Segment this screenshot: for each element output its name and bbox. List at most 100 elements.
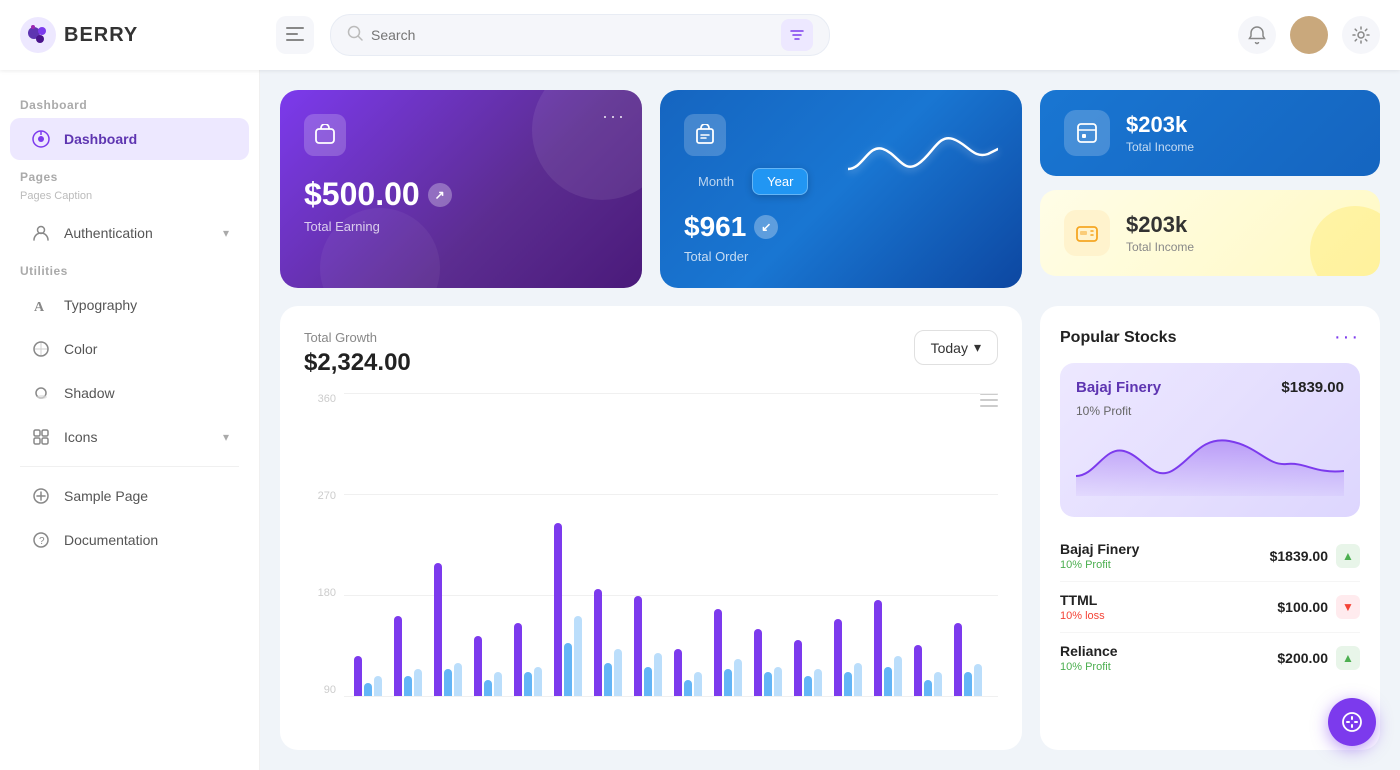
stock-price: $200.00 bbox=[1277, 650, 1328, 666]
stock-row[interactable]: Bajaj Finery 10% Profit $1839.00 ▲ bbox=[1060, 531, 1360, 582]
sidebar-item-documentation[interactable]: ? Documentation bbox=[10, 519, 249, 561]
grid-line-bottom bbox=[344, 696, 998, 697]
stock-price: $1839.00 bbox=[1270, 548, 1328, 564]
bar-group bbox=[714, 609, 748, 696]
bar-blue bbox=[444, 669, 452, 696]
sidebar-item-typography[interactable]: A Typography bbox=[10, 284, 249, 326]
stocks-title: Popular Stocks bbox=[1060, 329, 1176, 347]
earning-trend-badge: ↗ bbox=[428, 183, 452, 207]
growth-amount: $2,324.00 bbox=[304, 349, 411, 377]
bar-lightblue bbox=[814, 669, 822, 696]
featured-stock-header: Bajaj Finery $1839.00 bbox=[1076, 379, 1344, 396]
bar-purple bbox=[714, 609, 722, 696]
stat-blue-icon bbox=[1064, 110, 1110, 156]
order-card: Month Year $961 ↙ Total Order bbox=[660, 90, 1022, 288]
stock-change: 10% Profit bbox=[1060, 661, 1118, 673]
authentication-chevron: ▾ bbox=[223, 226, 229, 240]
menu-button[interactable] bbox=[276, 16, 314, 54]
sidebar-item-dashboard[interactable]: Dashboard bbox=[10, 118, 249, 160]
featured-stock-name: Bajaj Finery bbox=[1076, 379, 1161, 396]
featured-stock-price: $1839.00 bbox=[1281, 379, 1344, 396]
featured-stock-chart bbox=[1076, 426, 1344, 496]
bar-purple bbox=[634, 596, 642, 696]
bar-group bbox=[594, 589, 628, 696]
sample-page-label: Sample Page bbox=[64, 488, 148, 504]
filter-button[interactable] bbox=[781, 19, 813, 51]
settings-button[interactable] bbox=[1342, 16, 1380, 54]
bar-purple bbox=[594, 589, 602, 696]
bar-blue bbox=[564, 643, 572, 696]
bar-purple bbox=[354, 656, 362, 696]
sidebar-item-shadow[interactable]: Shadow bbox=[10, 372, 249, 414]
stock-name: Reliance bbox=[1060, 643, 1118, 659]
dashboard-label: Dashboard bbox=[64, 131, 137, 147]
bar-purple bbox=[394, 616, 402, 696]
y-label-180: 180 bbox=[318, 587, 336, 599]
bar-group bbox=[514, 623, 548, 696]
order-amount: $961 ↙ bbox=[684, 211, 841, 243]
order-trend-badge: ↙ bbox=[754, 215, 778, 239]
bar-blue bbox=[844, 672, 852, 696]
stock-row[interactable]: TTML 10% loss $100.00 ▼ bbox=[1060, 582, 1360, 633]
sidebar: Dashboard Dashboard Pages Pages Caption … bbox=[0, 70, 260, 770]
stock-list: Bajaj Finery 10% Profit $1839.00 ▲ TTML … bbox=[1060, 531, 1360, 683]
sidebar-item-sample[interactable]: Sample Page bbox=[10, 475, 249, 517]
search-input[interactable] bbox=[371, 27, 773, 43]
documentation-icon: ? bbox=[30, 529, 52, 551]
bottom-row: Total Growth $2,324.00 Today ▾ 360 bbox=[280, 306, 1380, 750]
pages-section-title: Pages bbox=[0, 162, 259, 188]
growth-text: Total Growth $2,324.00 bbox=[304, 330, 411, 377]
y-label-270: 270 bbox=[318, 490, 336, 502]
bar-lightblue bbox=[734, 659, 742, 696]
stock-trend-badge: ▲ bbox=[1336, 646, 1360, 670]
stock-row[interactable]: Reliance 10% Profit $200.00 ▲ bbox=[1060, 633, 1360, 683]
stock-right: $1839.00 ▲ bbox=[1270, 544, 1360, 568]
stock-name: Bajaj Finery bbox=[1060, 541, 1139, 557]
stat-yellow-amount: $203k bbox=[1126, 212, 1194, 238]
utilities-section-title: Utilities bbox=[0, 256, 259, 282]
chart-area: 360 270 180 90 bbox=[304, 393, 998, 726]
order-card-left: Month Year $961 ↙ Total Order bbox=[684, 114, 841, 264]
fab-button[interactable] bbox=[1328, 698, 1376, 746]
bar-lightblue bbox=[534, 667, 542, 696]
sidebar-item-authentication[interactable]: Authentication ▾ bbox=[10, 212, 249, 254]
bar-blue bbox=[724, 669, 732, 696]
bar-lightblue bbox=[694, 672, 702, 696]
icons-icon bbox=[30, 426, 52, 448]
toggle-month-button[interactable]: Month bbox=[684, 168, 748, 195]
bar-blue bbox=[924, 680, 932, 696]
bar-group bbox=[874, 600, 908, 696]
sidebar-item-icons[interactable]: Icons ▾ bbox=[10, 416, 249, 458]
stat-card-yellow: $203k Total Income bbox=[1040, 190, 1380, 276]
pages-caption: Pages Caption bbox=[0, 188, 259, 210]
growth-title: Total Growth bbox=[304, 330, 411, 345]
header-right bbox=[1238, 16, 1380, 54]
bar-blue bbox=[364, 683, 372, 696]
today-button[interactable]: Today ▾ bbox=[914, 330, 998, 365]
notification-button[interactable] bbox=[1238, 16, 1276, 54]
bar-lightblue bbox=[454, 663, 462, 696]
cards-row: ··· $500.00 ↗ Total Earning Month bbox=[280, 90, 1380, 288]
sidebar-item-color[interactable]: Color bbox=[10, 328, 249, 370]
bar-lightblue bbox=[494, 672, 502, 696]
app-name: BERRY bbox=[64, 24, 138, 47]
toggle-year-button[interactable]: Year bbox=[752, 168, 808, 195]
bar-purple bbox=[434, 563, 442, 696]
avatar[interactable] bbox=[1290, 16, 1328, 54]
authentication-icon bbox=[30, 222, 52, 244]
bar-purple bbox=[674, 649, 682, 696]
order-card-toggle: Month Year bbox=[684, 168, 841, 195]
color-icon bbox=[30, 338, 52, 360]
dashboard-icon bbox=[30, 128, 52, 150]
sample-icon bbox=[30, 485, 52, 507]
bar-blue bbox=[804, 676, 812, 696]
today-label: Today bbox=[931, 340, 968, 356]
stocks-more-button[interactable]: ··· bbox=[1334, 326, 1360, 349]
documentation-label: Documentation bbox=[64, 532, 158, 548]
featured-stock-card: Bajaj Finery $1839.00 10% Profit bbox=[1060, 363, 1360, 517]
earning-card-menu[interactable]: ··· bbox=[602, 106, 626, 127]
stat-blue-label: Total Income bbox=[1126, 140, 1194, 154]
earning-card: ··· $500.00 ↗ Total Earning bbox=[280, 90, 642, 288]
bar-group bbox=[474, 636, 508, 696]
bar-purple bbox=[874, 600, 882, 696]
